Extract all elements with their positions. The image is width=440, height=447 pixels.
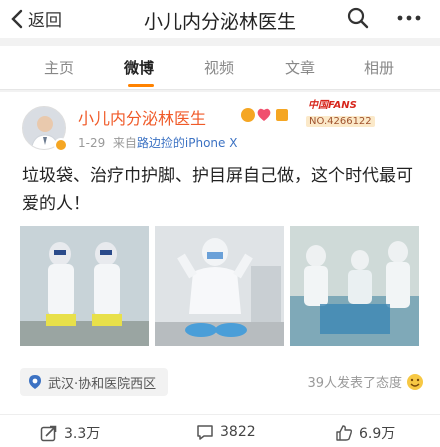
photo-grid bbox=[20, 226, 420, 346]
profile-tabs: 主页 微博 视频 文章 相册 bbox=[0, 46, 440, 90]
search-icon bbox=[347, 7, 369, 29]
comment-button[interactable]: 3822 bbox=[196, 423, 256, 441]
location-tag[interactable]: 武汉·协和医院西区 bbox=[20, 368, 169, 396]
action-bar: 3.3万 3822 6.9万 bbox=[0, 414, 440, 447]
protective-suit-photo-icon bbox=[155, 226, 284, 346]
more-button[interactable] bbox=[396, 8, 422, 32]
page-title: 小儿内分泌林医生 bbox=[143, 11, 296, 33]
like-button[interactable]: 6.9万 bbox=[335, 423, 395, 443]
post-date: 1-29 bbox=[78, 136, 106, 150]
fans-logo: 中国FANS bbox=[308, 100, 357, 111]
post-meta: 1-29 来自路边捡的iPhone X bbox=[78, 134, 237, 151]
like-count: 6.9万 bbox=[359, 426, 396, 442]
tab-weibo[interactable]: 微博 bbox=[124, 57, 154, 78]
search-button[interactable] bbox=[346, 6, 370, 34]
more-icon bbox=[397, 15, 421, 21]
comment-count: 3822 bbox=[220, 424, 256, 440]
repost-count: 3.3万 bbox=[64, 426, 101, 442]
fans-number: NO.4266122 bbox=[306, 116, 375, 127]
photo-3[interactable] bbox=[290, 226, 419, 346]
source-link[interactable]: 路边捡的iPhone X bbox=[137, 136, 238, 150]
verified-badge-icon bbox=[54, 138, 68, 152]
location-label: 武汉·协和医院西区 bbox=[48, 376, 157, 392]
attitude-summary[interactable]: 39人发表了态度 bbox=[307, 372, 424, 391]
fans-badge[interactable]: 中国FANS NO.4266122 bbox=[306, 96, 422, 130]
source-prefix: 来自 bbox=[112, 136, 137, 150]
attitude-count: 39人发表了态度 bbox=[307, 376, 402, 391]
weibo-post[interactable]: 小儿内分泌林医生 1-29 来自路边捡的iPhone X 中国FANS NO.4… bbox=[0, 92, 440, 447]
author-name[interactable]: 小儿内分泌林医生 bbox=[78, 105, 206, 129]
thumbs-up-icon bbox=[336, 425, 353, 441]
comment-icon bbox=[197, 425, 213, 440]
post-text: 垃圾袋、治疗巾护脚、护目屏自己做，这个时代最可爱的人！ bbox=[22, 166, 413, 214]
tab-home[interactable]: 主页 bbox=[44, 57, 74, 78]
repost-button[interactable]: 3.3万 bbox=[40, 423, 100, 443]
ward-photo-icon bbox=[290, 226, 419, 346]
photo-1[interactable] bbox=[20, 226, 149, 346]
emoji-icon bbox=[407, 373, 423, 390]
top-bar: 返回 小儿内分泌林医生 bbox=[0, 0, 440, 38]
tab-articles[interactable]: 文章 bbox=[285, 57, 315, 78]
user-badges-icon bbox=[241, 108, 288, 122]
medical-staff-photo-icon bbox=[20, 226, 149, 346]
photo-2[interactable] bbox=[155, 226, 284, 346]
tab-album[interactable]: 相册 bbox=[364, 57, 394, 78]
location-pin-icon bbox=[29, 375, 41, 389]
active-tab-indicator bbox=[128, 84, 154, 87]
repost-icon bbox=[40, 425, 57, 442]
tab-video[interactable]: 视频 bbox=[204, 57, 234, 78]
